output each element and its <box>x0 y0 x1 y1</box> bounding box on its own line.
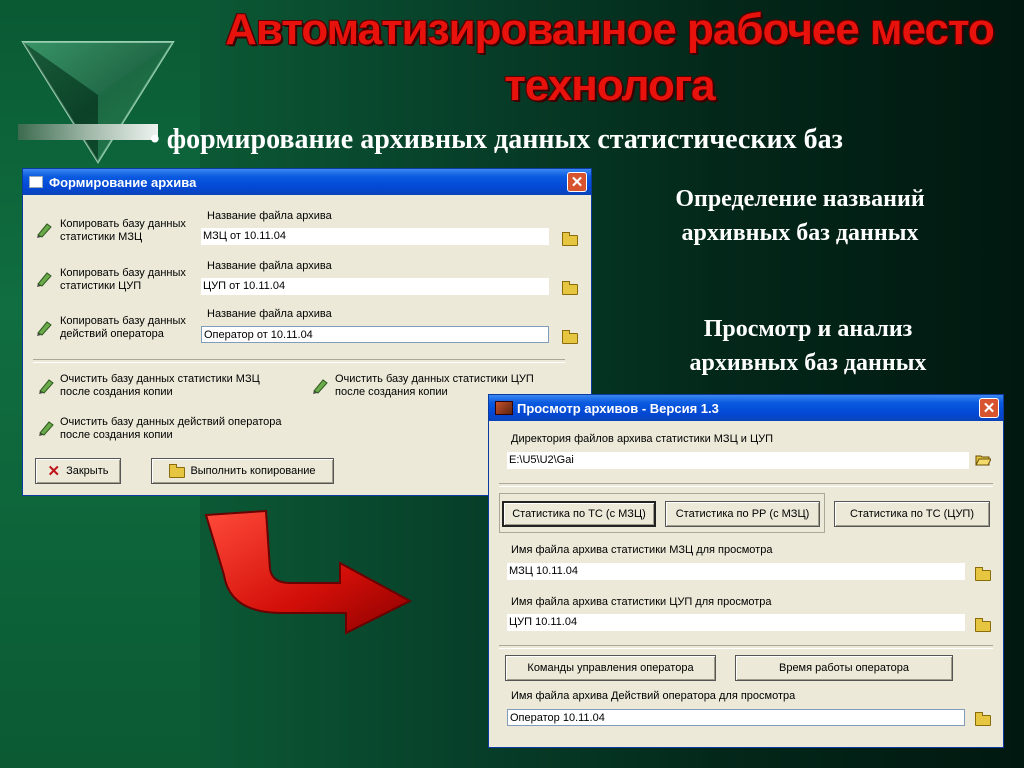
clear-operator-option[interactable]: Очистить базу данных действий оператора … <box>60 416 281 442</box>
pencil-icon[interactable] <box>35 221 53 239</box>
stat-ts-mzc-button[interactable]: Статистика по ТС (с МЗЦ) <box>502 501 656 527</box>
label-line: статистики ЦУП <box>60 280 142 292</box>
folder-icon[interactable] <box>975 712 991 726</box>
close-icon[interactable]: ✕ <box>567 172 587 192</box>
label-line: после создания копии <box>60 429 173 441</box>
stat-rr-mzc-button[interactable]: Статистика по РР (с МЗЦ) <box>665 501 820 527</box>
divider <box>499 483 993 487</box>
label-line: Очистить базу данных статистики МЗЦ <box>60 373 260 385</box>
dir-label: Директория файлов архива статистики МЗЦ … <box>511 433 773 445</box>
archive-window-title: Формирование архива <box>49 174 197 190</box>
operator-worktime-button[interactable]: Время работы оператора <box>735 655 953 681</box>
label-line: действий оператора <box>60 328 164 340</box>
dir-field[interactable]: E:\U5\U2\Gai <box>507 452 969 469</box>
archive-name-field-cup[interactable]: ЦУП от 10.11.04 <box>201 278 549 295</box>
clear-mzc-option[interactable]: Очистить базу данных статистики МЗЦ посл… <box>60 373 260 399</box>
app-icon <box>495 401 513 415</box>
label-line: Копировать базу данных <box>60 267 186 279</box>
folder-icon[interactable] <box>562 281 578 295</box>
divider <box>499 645 993 649</box>
divider <box>33 359 565 363</box>
caption-view-analysis: Просмотр и анализ архивных баз данных <box>648 312 968 380</box>
red-arrow-icon <box>204 509 413 635</box>
caption-line: архивных баз данных <box>681 220 919 246</box>
archive-name-field-mzc[interactable]: МЗЦ от 10.11.04 <box>201 228 549 245</box>
operator-file-field[interactable]: Оператор 10.11.04 <box>507 709 965 726</box>
operator-file-label: Имя файла архива Действий оператора для … <box>511 690 796 702</box>
copy-mzc-label: Копировать базу данных статистики МЗЦ <box>60 218 186 244</box>
label-line: Очистить базу данных статистики ЦУП <box>335 373 534 385</box>
pencil-icon[interactable] <box>37 419 55 437</box>
folder-icon[interactable] <box>562 232 578 246</box>
cup-file-label: Имя файла архива статистики ЦУП для прос… <box>511 596 772 608</box>
copy-operator-label: Копировать базу данных действий оператор… <box>60 315 186 341</box>
caption-line: Просмотр и анализ <box>703 316 913 342</box>
field-label: Название файла архива <box>207 210 332 222</box>
title-line-2: технолога <box>504 61 715 110</box>
label-line: Копировать базу данных <box>60 218 186 230</box>
window-icon <box>29 176 43 188</box>
folder-icon[interactable] <box>975 567 991 581</box>
view-window-titlebar[interactable]: Просмотр архивов - Версия 1.3 <box>489 395 1003 421</box>
label-line: после создания копии <box>60 386 173 398</box>
caption-line: архивных баз данных <box>689 350 927 376</box>
close-icon[interactable]: ✕ <box>979 398 999 418</box>
view-window-title: Просмотр архивов - Версия 1.3 <box>517 400 719 416</box>
run-copy-label: Выполнить копирование <box>190 465 316 477</box>
stat-ts-cup-button[interactable]: Статистика по ТС (ЦУП) <box>834 501 990 527</box>
pencil-icon[interactable] <box>35 319 53 337</box>
slide-title: Автоматизированное рабочее место техноло… <box>195 2 1024 114</box>
label-line: Очистить базу данных действий оператора <box>60 416 282 428</box>
folder-icon[interactable] <box>975 618 991 632</box>
folder-icon <box>169 463 186 478</box>
bullet-text: • формирование архивных данных статистич… <box>150 124 843 155</box>
pencil-icon[interactable] <box>35 270 53 288</box>
caption-line: Определение названий <box>675 186 925 212</box>
caption-define-names: Определение названий архивных баз данных <box>640 182 960 250</box>
close-button[interactable]: ✕ Закрыть <box>35 458 121 484</box>
run-copy-button[interactable]: Выполнить копирование <box>151 458 334 484</box>
label-line: статистики МЗЦ <box>60 231 143 243</box>
pencil-icon[interactable] <box>311 377 329 395</box>
pencil-icon[interactable] <box>37 377 55 395</box>
folder-icon[interactable] <box>562 330 578 344</box>
open-folder-icon[interactable] <box>975 454 991 466</box>
close-button-label: Закрыть <box>66 465 109 477</box>
close-x-icon: ✕ <box>47 463 61 480</box>
title-line-1: Автоматизированное рабочее место <box>225 5 995 54</box>
operator-commands-button[interactable]: Команды управления оператора <box>505 655 716 681</box>
mzc-file-field[interactable]: МЗЦ 10.11.04 <box>507 563 965 580</box>
mzc-file-label: Имя файла архива статистики МЗЦ для прос… <box>511 544 773 556</box>
archive-name-field-operator[interactable]: Оператор от 10.11.04 <box>201 326 549 343</box>
view-window: Просмотр архивов - Версия 1.3 ✕ Директор… <box>488 394 1004 748</box>
label-line: Копировать базу данных <box>60 315 186 327</box>
field-label: Название файла архива <box>207 260 332 272</box>
field-label: Название файла архива <box>207 308 332 320</box>
archive-window-titlebar[interactable]: Формирование архива <box>23 169 591 195</box>
accent-bar <box>18 124 158 140</box>
cup-file-field[interactable]: ЦУП 10.11.04 <box>507 614 965 631</box>
copy-cup-label: Копировать базу данных статистики ЦУП <box>60 267 186 293</box>
